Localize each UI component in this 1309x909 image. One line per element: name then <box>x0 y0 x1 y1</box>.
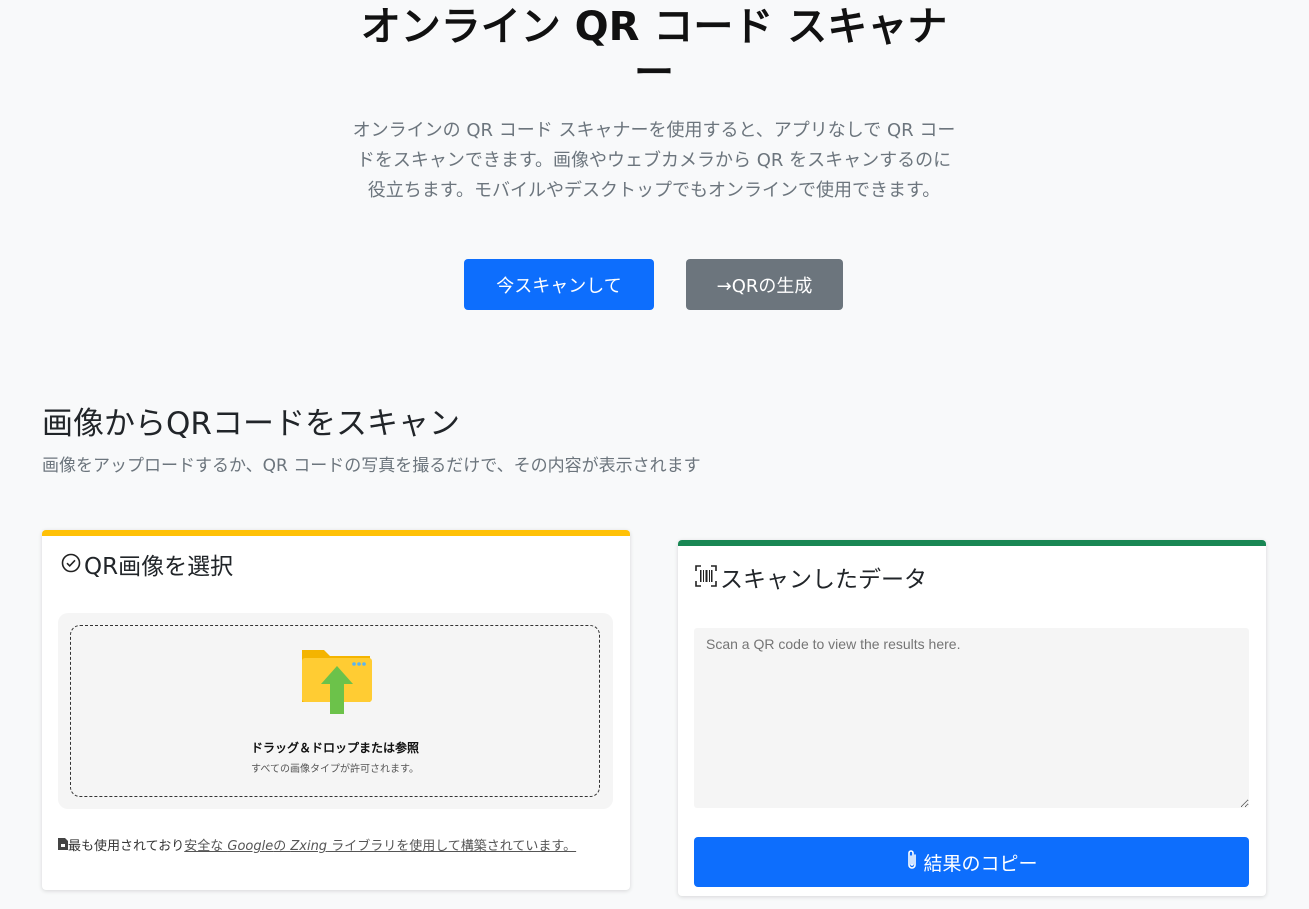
paperclip-icon <box>905 849 919 876</box>
section-subtitle: 画像をアップロードするか、QR コードの写真を撮るだけで、その内容が表示されます <box>42 456 701 476</box>
hero-description: オンラインの QR コード スキャナーを使用すると、アプリなしで QR コードを… <box>352 120 956 201</box>
library-link[interactable]: 安全な Googleの Zxing ライブラリを使用して構築されています。 <box>184 839 576 854</box>
result-card-title: スキャンしたデータ <box>720 567 927 593</box>
page-title: オンライン QR コード スキャナー <box>360 4 948 96</box>
result-card-header: スキャンしたデータ <box>694 564 927 596</box>
library-note: 最も使用されており安全な Googleの Zxing ライブラリを使用して構築さ… <box>58 836 603 858</box>
drop-zone-container: ドラッグ＆ドロップまたは参照 すべての画像タイプが許可されます。 <box>58 613 613 809</box>
result-card: スキャンしたデータ 結果のコピー <box>678 540 1266 896</box>
folder-upload-icon <box>300 644 374 718</box>
library-note-prefix: 最も使用されており <box>68 839 185 854</box>
upload-card: QR画像を選択 ドラッグ＆ドロップまたは参照 すべての画像タイプが許可されます。… <box>42 530 630 890</box>
copy-result-button[interactable]: 結果のコピー <box>694 837 1249 887</box>
upload-card-title: QR画像を選択 <box>84 554 234 580</box>
drop-zone-hint: すべての画像タイプが許可されます。 <box>251 764 419 775</box>
scan-result-textarea[interactable] <box>694 628 1249 808</box>
library-link-part: ライブラリを使用して構築されています。 <box>327 839 577 854</box>
library-link-part: 安全な <box>184 839 228 854</box>
upload-card-header: QR画像を選択 <box>60 552 233 582</box>
library-link-zxing: Zxing <box>290 839 328 854</box>
barcode-scan-icon <box>694 564 718 596</box>
scan-now-button[interactable]: 今スキャンして <box>464 259 654 310</box>
library-link-google: Google <box>227 839 274 854</box>
drop-zone-label: ドラッグ＆ドロップまたは参照 <box>250 741 419 755</box>
generate-qr-button[interactable]: →QRの生成 <box>686 259 843 310</box>
section-title: 画像からQRコードをスキャン <box>42 406 460 442</box>
copy-result-label: 結果のコピー <box>923 852 1038 875</box>
library-link-part: の <box>273 839 291 854</box>
check-circle-icon <box>60 552 82 582</box>
file-lock-icon <box>58 836 68 858</box>
drop-zone[interactable]: ドラッグ＆ドロップまたは参照 すべての画像タイプが許可されます。 <box>70 625 600 797</box>
